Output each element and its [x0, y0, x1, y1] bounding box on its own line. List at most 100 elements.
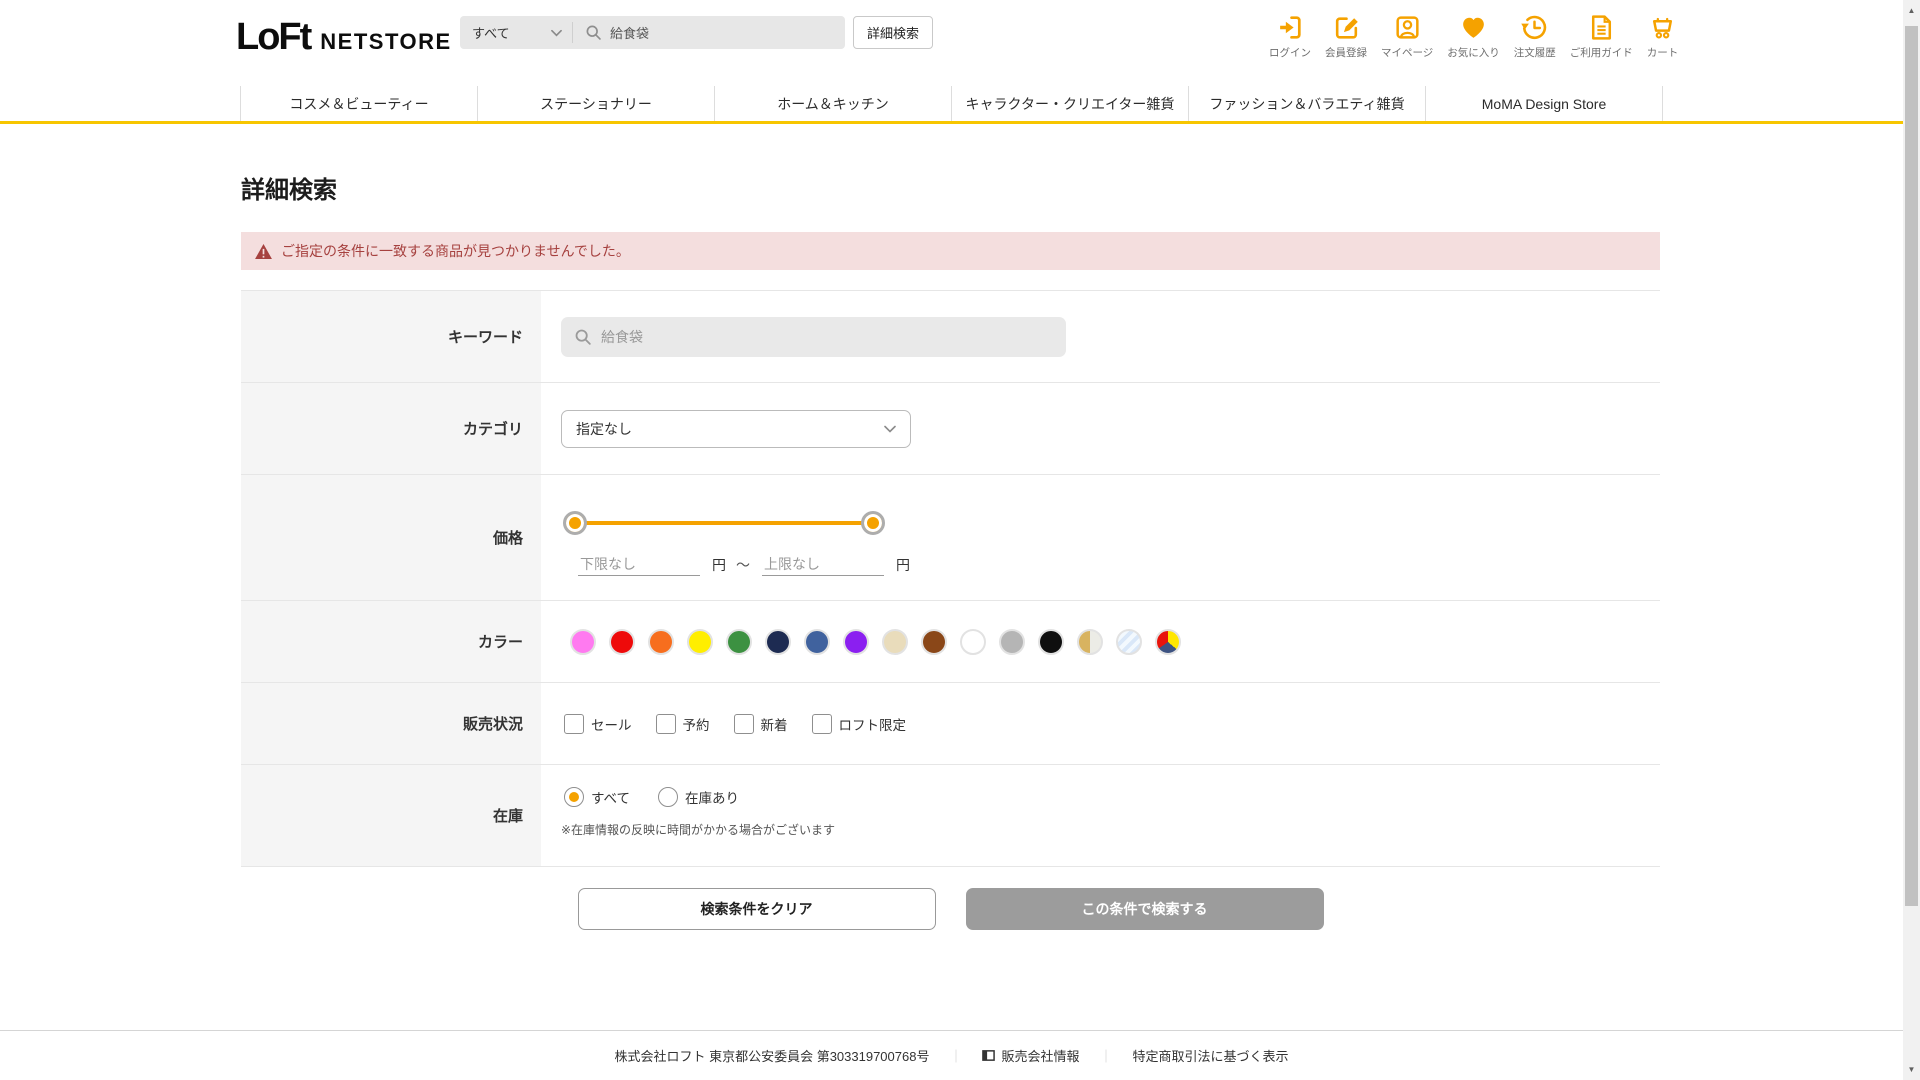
price-max-input[interactable] [762, 553, 884, 576]
keyword-input[interactable] [601, 328, 1021, 345]
swatch-black[interactable] [1038, 628, 1064, 655]
price-min-unit: 円 [712, 556, 726, 573]
chevron-down-icon [551, 29, 562, 36]
price-inputs: 円 ～ 円 [578, 553, 910, 576]
scrollbar-thumb[interactable] [1905, 26, 1918, 906]
keyword-input-wrap [561, 316, 1066, 357]
login-icon [1276, 12, 1305, 42]
swatch-yellow[interactable] [687, 628, 713, 655]
checkbox-preorder-box[interactable] [655, 713, 676, 734]
nav-moma[interactable]: MoMA Design Store [1425, 86, 1663, 121]
login-link[interactable]: ログイン [1262, 12, 1318, 60]
price-slider-handle-max[interactable] [861, 511, 885, 535]
checkbox-loft-limited-box[interactable] [811, 713, 832, 734]
register-label: 会員登録 [1325, 47, 1367, 59]
swatch-gold-silver[interactable] [1077, 628, 1103, 655]
color-swatches [570, 628, 1181, 655]
register-link[interactable]: 会員登録 [1318, 12, 1374, 60]
advanced-search-form: キーワード カテゴリ 指定なし 価格 [241, 290, 1660, 867]
footer-transaction-law-link[interactable]: 特定商取引法に基づく表示 [1133, 1046, 1289, 1065]
header-search-field[interactable] [573, 24, 845, 41]
vertical-scrollbar[interactable]: ▲ ▼ [1903, 0, 1920, 1080]
stock-row: 在庫 すべて 在庫あり ※在庫情報の反映に時間がかかる場合がございます [241, 765, 1660, 867]
header-search-input[interactable] [610, 25, 830, 40]
guide-document-icon [1587, 12, 1616, 42]
swatch-beige[interactable] [882, 628, 908, 655]
price-slider-handle-min[interactable] [563, 511, 587, 535]
sales-status-label: 販売状況 [241, 683, 541, 764]
guide-link[interactable]: ご利用ガイド [1563, 12, 1640, 60]
loft-logo[interactable]: LoFt NETSTORE [236, 16, 452, 59]
keyword-label: キーワード [241, 291, 541, 382]
nav-cosme[interactable]: コスメ＆ビューティー [240, 86, 477, 121]
guide-label: ご利用ガイド [1569, 47, 1633, 59]
heart-icon [1459, 12, 1488, 42]
swatch-red[interactable] [609, 628, 635, 655]
order-history-link[interactable]: 注文履歴 [1507, 12, 1563, 60]
category-nav: コスメ＆ビューティー ステーショナリー ホーム＆キッチン キャラクター・クリエイ… [240, 86, 1663, 121]
checkbox-new-box[interactable] [733, 713, 754, 734]
nav-home-kitchen[interactable]: ホーム＆キッチン [714, 86, 951, 121]
stock-note: ※在庫情報の反映に時間がかかる場合がございます [561, 823, 836, 837]
header-search-area: すべて 詳細検索 [460, 16, 934, 49]
swatch-orange[interactable] [648, 628, 674, 655]
swatch-purple[interactable] [843, 628, 869, 655]
checkbox-sale[interactable]: セール [564, 713, 632, 734]
footer-seller-info-link[interactable]: 販売会社情報 [982, 1046, 1079, 1065]
search-scope-value: すべて [472, 26, 510, 41]
history-clock-icon [1520, 12, 1549, 42]
nav-fashion[interactable]: ファッション＆バラエティ雑貨 [1188, 86, 1425, 121]
nav-stationery[interactable]: ステーショナリー [477, 86, 714, 121]
cart-label: カート [1646, 47, 1679, 59]
checkbox-new[interactable]: 新着 [733, 713, 788, 734]
search-button-label: この条件で検索する [1081, 901, 1208, 917]
swatch-multicolor[interactable] [1155, 628, 1181, 655]
checkbox-sale-box[interactable] [564, 713, 584, 734]
price-label: 価格 [241, 475, 541, 600]
scrollbar-down-arrow[interactable]: ▼ [1903, 1061, 1920, 1078]
checkbox-loft-limited[interactable]: ロフト限定 [811, 713, 906, 734]
radio-stock-all[interactable]: すべて [564, 787, 630, 807]
checkbox-sale-label: セール [591, 717, 632, 733]
category-select-value: 指定なし [576, 420, 632, 437]
price-min-input[interactable] [578, 553, 700, 576]
scrollbar-up-arrow[interactable]: ▲ [1903, 2, 1920, 19]
search-scope-select[interactable]: すべて [460, 23, 572, 42]
stock-options: すべて 在庫あり [564, 787, 1660, 807]
radio-stock-instock-label: 在庫あり [685, 791, 740, 806]
checkbox-preorder-label: 予約 [682, 717, 710, 733]
store-icon [982, 1050, 996, 1061]
swatch-pink[interactable] [570, 628, 596, 655]
radio-stock-instock-control[interactable] [658, 787, 679, 807]
footer-company-text: 株式会社ロフト 東京都公安委員会 第303319700768号 [614, 1049, 930, 1064]
radio-stock-instock[interactable]: 在庫あり [658, 787, 739, 807]
order-history-label: 注文履歴 [1513, 47, 1556, 59]
category-row: カテゴリ 指定なし [241, 383, 1660, 475]
favorites-label: お気に入り [1447, 47, 1500, 59]
swatch-brown[interactable] [921, 628, 947, 655]
mypage-link[interactable]: マイページ [1374, 12, 1440, 60]
radio-stock-all-control[interactable] [564, 787, 584, 807]
favorites-link[interactable]: お気に入り [1440, 12, 1507, 60]
footer-seller-info-label: 販売会社情報 [1001, 1049, 1080, 1064]
swatch-clear[interactable] [1116, 628, 1142, 655]
swatch-white[interactable] [960, 628, 986, 655]
advanced-search-button[interactable]: 詳細検索 [853, 16, 934, 49]
swatch-gray[interactable] [999, 628, 1025, 655]
price-row: 価格 円 ～ 円 [241, 475, 1660, 601]
form-actions: 検索条件をクリア この条件で検索する [241, 888, 1660, 930]
clear-conditions-button[interactable]: 検索条件をクリア [577, 888, 936, 930]
checkbox-preorder[interactable]: 予約 [655, 713, 710, 734]
swatch-blue[interactable] [804, 628, 830, 655]
swatch-navy[interactable] [765, 628, 791, 655]
radio-stock-all-label: すべて [591, 791, 631, 806]
nav-character[interactable]: キャラクター・クリエイター雑貨 [951, 86, 1188, 121]
advanced-search-label: 詳細検索 [867, 26, 920, 41]
search-submit-button[interactable]: この条件で検索する [965, 888, 1324, 930]
sales-status-options: セール 予約 新着 ロフト限定 [564, 713, 906, 734]
swatch-green[interactable] [726, 628, 752, 655]
cart-link[interactable]: カート [1640, 12, 1686, 60]
category-select[interactable]: 指定なし [561, 409, 911, 448]
page-title: 詳細検索 [241, 177, 337, 204]
price-slider-track[interactable] [563, 511, 885, 535]
